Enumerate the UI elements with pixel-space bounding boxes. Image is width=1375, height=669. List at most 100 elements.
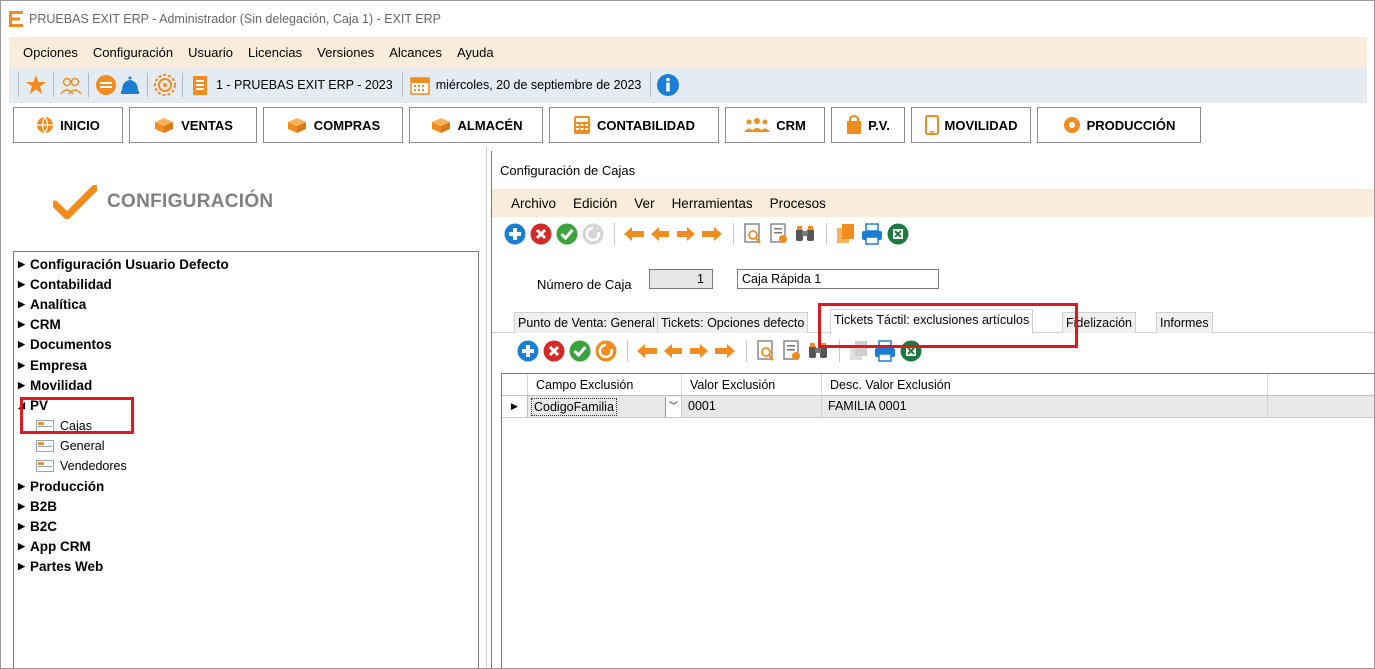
tree-item-contabilidad[interactable]: ▶ Contabilidad — [14, 274, 478, 294]
expand-arrow-icon[interactable]: ▶ — [18, 501, 30, 512]
tree-item-analitica[interactable]: ▶ Analítica — [14, 294, 478, 314]
next-record-icon[interactable] — [675, 223, 697, 245]
menu-procesos[interactable]: Procesos — [770, 196, 826, 211]
tree-item-crm[interactable]: ▶ CRM — [14, 315, 478, 335]
expand-arrow-icon[interactable]: ▶ — [18, 541, 30, 552]
module-crm-button[interactable]: CRM — [725, 107, 825, 143]
toolbar-separator — [401, 73, 403, 97]
calendar-icon[interactable] — [408, 73, 432, 97]
binoculars-icon[interactable] — [794, 223, 816, 245]
toolbar-separator — [18, 73, 19, 97]
favorites-star-icon[interactable] — [24, 73, 48, 97]
excel-export-icon[interactable] — [887, 223, 909, 245]
previous-record-icon[interactable] — [649, 223, 671, 245]
first-record-icon[interactable] — [623, 223, 645, 245]
clear-filter-icon[interactable] — [781, 340, 803, 362]
tree-item-partes-web[interactable]: ▶ Partes Web — [14, 557, 478, 577]
tree-item-vendedores[interactable]: Vendedores — [14, 456, 478, 476]
menu-alcances[interactable]: Alcances — [389, 45, 442, 60]
expand-arrow-icon[interactable]: ▶ — [18, 521, 30, 532]
row-selector-arrow-icon[interactable]: ▶ — [502, 396, 528, 417]
tree-item-app-crm[interactable]: ▶ App CRM — [14, 537, 478, 557]
tree-item-produccion[interactable]: ▶ Producción — [14, 476, 478, 496]
table-row[interactable]: ▶ CodigoFamilia ﹀ 0001 FAMILIA 0001 — [502, 396, 1374, 418]
menu-edicion[interactable]: Edición — [573, 196, 617, 211]
tree-item-b2b[interactable]: ▶ B2B — [14, 496, 478, 516]
chevron-down-icon[interactable]: ﹀ — [665, 396, 681, 417]
add-icon[interactable] — [504, 223, 526, 245]
expand-arrow-icon[interactable]: ▶ — [18, 279, 30, 290]
previous-record-icon[interactable] — [662, 340, 684, 362]
clear-filter-icon[interactable] — [768, 223, 790, 245]
expand-arrow-icon[interactable]: ▶ — [18, 259, 30, 270]
menu-licencias[interactable]: Licencias — [248, 45, 302, 60]
box-icon — [431, 118, 450, 133]
next-record-icon[interactable] — [688, 340, 710, 362]
column-header-valor[interactable]: Valor Exclusión — [682, 374, 822, 395]
module-compras-button[interactable]: COMPRAS — [263, 107, 403, 143]
module-almacen-button[interactable]: ALMACÉN — [409, 107, 543, 143]
module-ventas-button[interactable]: VENTAS — [129, 107, 257, 143]
menu-usuario[interactable]: Usuario — [188, 45, 233, 60]
expand-arrow-icon[interactable]: ▶ — [18, 339, 30, 350]
campo-exclusion-combo[interactable]: CodigoFamilia ﹀ — [528, 396, 682, 417]
first-record-icon[interactable] — [636, 340, 658, 362]
module-almacen-label: ALMACÉN — [457, 117, 523, 133]
delete-icon[interactable] — [530, 223, 552, 245]
module-produccion-button[interactable]: PRODUCCIÓN — [1037, 107, 1201, 143]
tree-item-documentos[interactable]: ▶ Documentos — [14, 335, 478, 355]
save-check-icon[interactable] — [556, 223, 578, 245]
undo-icon[interactable] — [595, 340, 617, 362]
tree-item-configuracion-usuario-defecto[interactable]: ▶ Configuración Usuario Defecto — [14, 254, 478, 274]
menu-ayuda[interactable]: Ayuda — [457, 45, 494, 60]
tab-tickets-opciones-defecto[interactable]: Tickets: Opciones defecto — [657, 312, 809, 333]
tree-item-empresa[interactable]: ▶ Empresa — [14, 355, 478, 375]
menu-herramientas[interactable]: Herramientas — [672, 196, 753, 211]
nombre-caja-field[interactable]: Caja Rápida 1 — [737, 269, 939, 289]
tab-punto-de-venta-general[interactable]: Punto de Venta: General — [514, 312, 659, 333]
menu-versiones[interactable]: Versiones — [317, 45, 374, 60]
undo-icon[interactable] — [582, 223, 604, 245]
bell-icon[interactable] — [118, 73, 142, 97]
copy-icon[interactable] — [835, 223, 857, 245]
search-document-icon[interactable] — [755, 340, 777, 362]
expand-arrow-icon[interactable]: ▶ — [18, 319, 30, 330]
tab-informes[interactable]: Informes — [1156, 312, 1213, 333]
module-compras-label: COMPRAS — [313, 117, 381, 133]
tree-item-b2c[interactable]: ▶ B2C — [14, 516, 478, 536]
column-header-campo[interactable]: Campo Exclusión — [528, 374, 682, 395]
save-check-icon[interactable] — [569, 340, 591, 362]
numero-caja-field[interactable]: 1 — [649, 269, 713, 289]
expand-arrow-icon[interactable]: ▶ — [18, 360, 30, 371]
menu-ver[interactable]: Ver — [634, 196, 654, 211]
expand-arrow-icon[interactable]: ▶ — [18, 481, 30, 492]
menu-configuracion[interactable]: Configuración — [93, 45, 173, 60]
users-icon[interactable] — [59, 73, 83, 97]
menu-opciones[interactable]: Opciones — [23, 45, 78, 60]
module-contabilidad-button[interactable]: CONTABILIDAD — [549, 107, 719, 143]
tree-item-general[interactable]: General — [14, 436, 478, 456]
last-record-icon[interactable] — [714, 340, 736, 362]
company-icon[interactable] — [188, 73, 212, 97]
search-document-icon[interactable] — [742, 223, 764, 245]
add-icon[interactable] — [517, 340, 539, 362]
expand-arrow-icon[interactable]: ▶ — [18, 299, 30, 310]
print-icon[interactable] — [861, 223, 883, 245]
tree-item-label: B2C — [30, 519, 58, 535]
expand-arrow-icon[interactable]: ▶ — [18, 380, 30, 391]
module-pv-button[interactable]: P.V. — [831, 107, 905, 143]
valor-exclusion-cell[interactable]: 0001 — [682, 396, 822, 417]
column-header-desc[interactable]: Desc. Valor Exclusión — [822, 374, 1268, 395]
settings-wheel-icon[interactable] — [153, 73, 177, 97]
module-movilidad-button[interactable]: MOVILIDAD — [911, 107, 1031, 143]
delete-icon[interactable] — [543, 340, 565, 362]
expand-arrow-icon[interactable]: ▶ — [18, 561, 30, 572]
menu-archivo[interactable]: Archivo — [511, 196, 556, 211]
desc-valor-exclusion-cell[interactable]: FAMILIA 0001 — [822, 396, 1268, 417]
module-inicio-button[interactable]: INICIO — [13, 107, 123, 143]
database-icon[interactable] — [94, 73, 118, 97]
tree-item-movilidad[interactable]: ▶ Movilidad — [14, 375, 478, 395]
info-icon[interactable] — [656, 73, 680, 97]
grid-header: Campo Exclusión Valor Exclusión Desc. Va… — [502, 374, 1374, 396]
last-record-icon[interactable] — [701, 223, 723, 245]
